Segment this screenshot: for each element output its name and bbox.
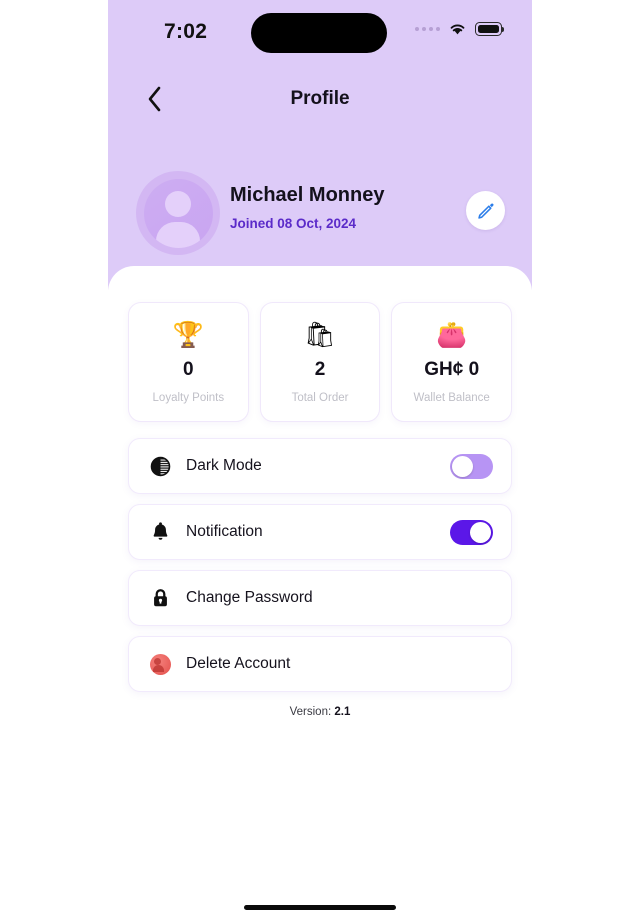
stat-value: GH¢ 0 (424, 358, 480, 380)
wifi-icon (450, 24, 465, 35)
avatar[interactable] (136, 171, 220, 255)
settings-row-label: Delete Account (186, 655, 291, 672)
trophy-icon: 🏆 (172, 321, 204, 349)
contrast-icon (147, 456, 173, 477)
stat-value: 0 (183, 358, 194, 380)
stat-card-total-order[interactable]: 🛍 2 Total Order (259, 302, 381, 422)
wallet-icon: 👛 (436, 321, 468, 349)
stat-label: Total Order (291, 391, 349, 404)
signal-dots-icon (415, 27, 440, 31)
version-value: 2.1 (334, 706, 351, 718)
dark-mode-toggle[interactable] (450, 453, 493, 479)
settings-row-delete-account[interactable]: Delete Account (128, 636, 512, 692)
page-title: Profile (290, 88, 350, 109)
lock-icon (147, 588, 173, 608)
profile-joined-date: Joined 08 Oct, 2024 (230, 216, 357, 231)
status-bar-clock: 7:02 (164, 20, 208, 43)
user-avatar-icon (143, 178, 213, 248)
stats-row: 🏆 0 Loyalty Points 🛍 2 Total Order 👛 GH¢… (128, 302, 513, 422)
phone-screen: 7:02 Profile Michael Monney Joined 08 Oc… (108, 0, 532, 920)
battery-icon (475, 22, 505, 36)
notification-toggle[interactable] (450, 519, 493, 545)
stat-card-wallet-balance[interactable]: 👛 GH¢ 0 Wallet Balance (391, 302, 513, 422)
dynamic-island (251, 13, 387, 53)
content-sheet: 🏆 0 Loyalty Points 🛍 2 Total Order 👛 GH¢… (108, 266, 532, 920)
profile-name: Michael Monney (230, 184, 385, 206)
stat-label: Wallet Balance (413, 391, 490, 404)
shopping-bag-icon: 🛍 (304, 321, 336, 349)
settings-row-change-password[interactable]: Change Password (128, 570, 512, 626)
pencil-edit-icon (477, 203, 493, 219)
nav-bar: Profile (108, 76, 532, 126)
edit-profile-button[interactable] (466, 191, 505, 230)
stat-value: 2 (314, 358, 326, 380)
settings-row-label: Dark Mode (186, 457, 262, 474)
settings-row-dark-mode[interactable]: Dark Mode (128, 438, 512, 494)
status-bar-icons (415, 22, 505, 36)
settings-list: Dark Mode Notification Change Password D… (128, 438, 512, 702)
status-bar: 7:02 (108, 0, 532, 62)
settings-row-label: Notification (186, 523, 263, 540)
stat-label: Loyalty Points (152, 391, 225, 404)
settings-row-label: Change Password (186, 589, 313, 606)
version-text: Version: 2.1 (108, 706, 532, 718)
stat-card-loyalty-points[interactable]: 🏆 0 Loyalty Points (128, 302, 249, 422)
profile-summary: Michael Monney Joined 08 Oct, 2024 (108, 168, 532, 258)
settings-row-notification[interactable]: Notification (128, 504, 512, 560)
bell-icon (147, 521, 173, 543)
home-indicator[interactable] (244, 905, 396, 910)
version-label: Version: (289, 706, 332, 718)
delete-account-icon (147, 653, 173, 675)
